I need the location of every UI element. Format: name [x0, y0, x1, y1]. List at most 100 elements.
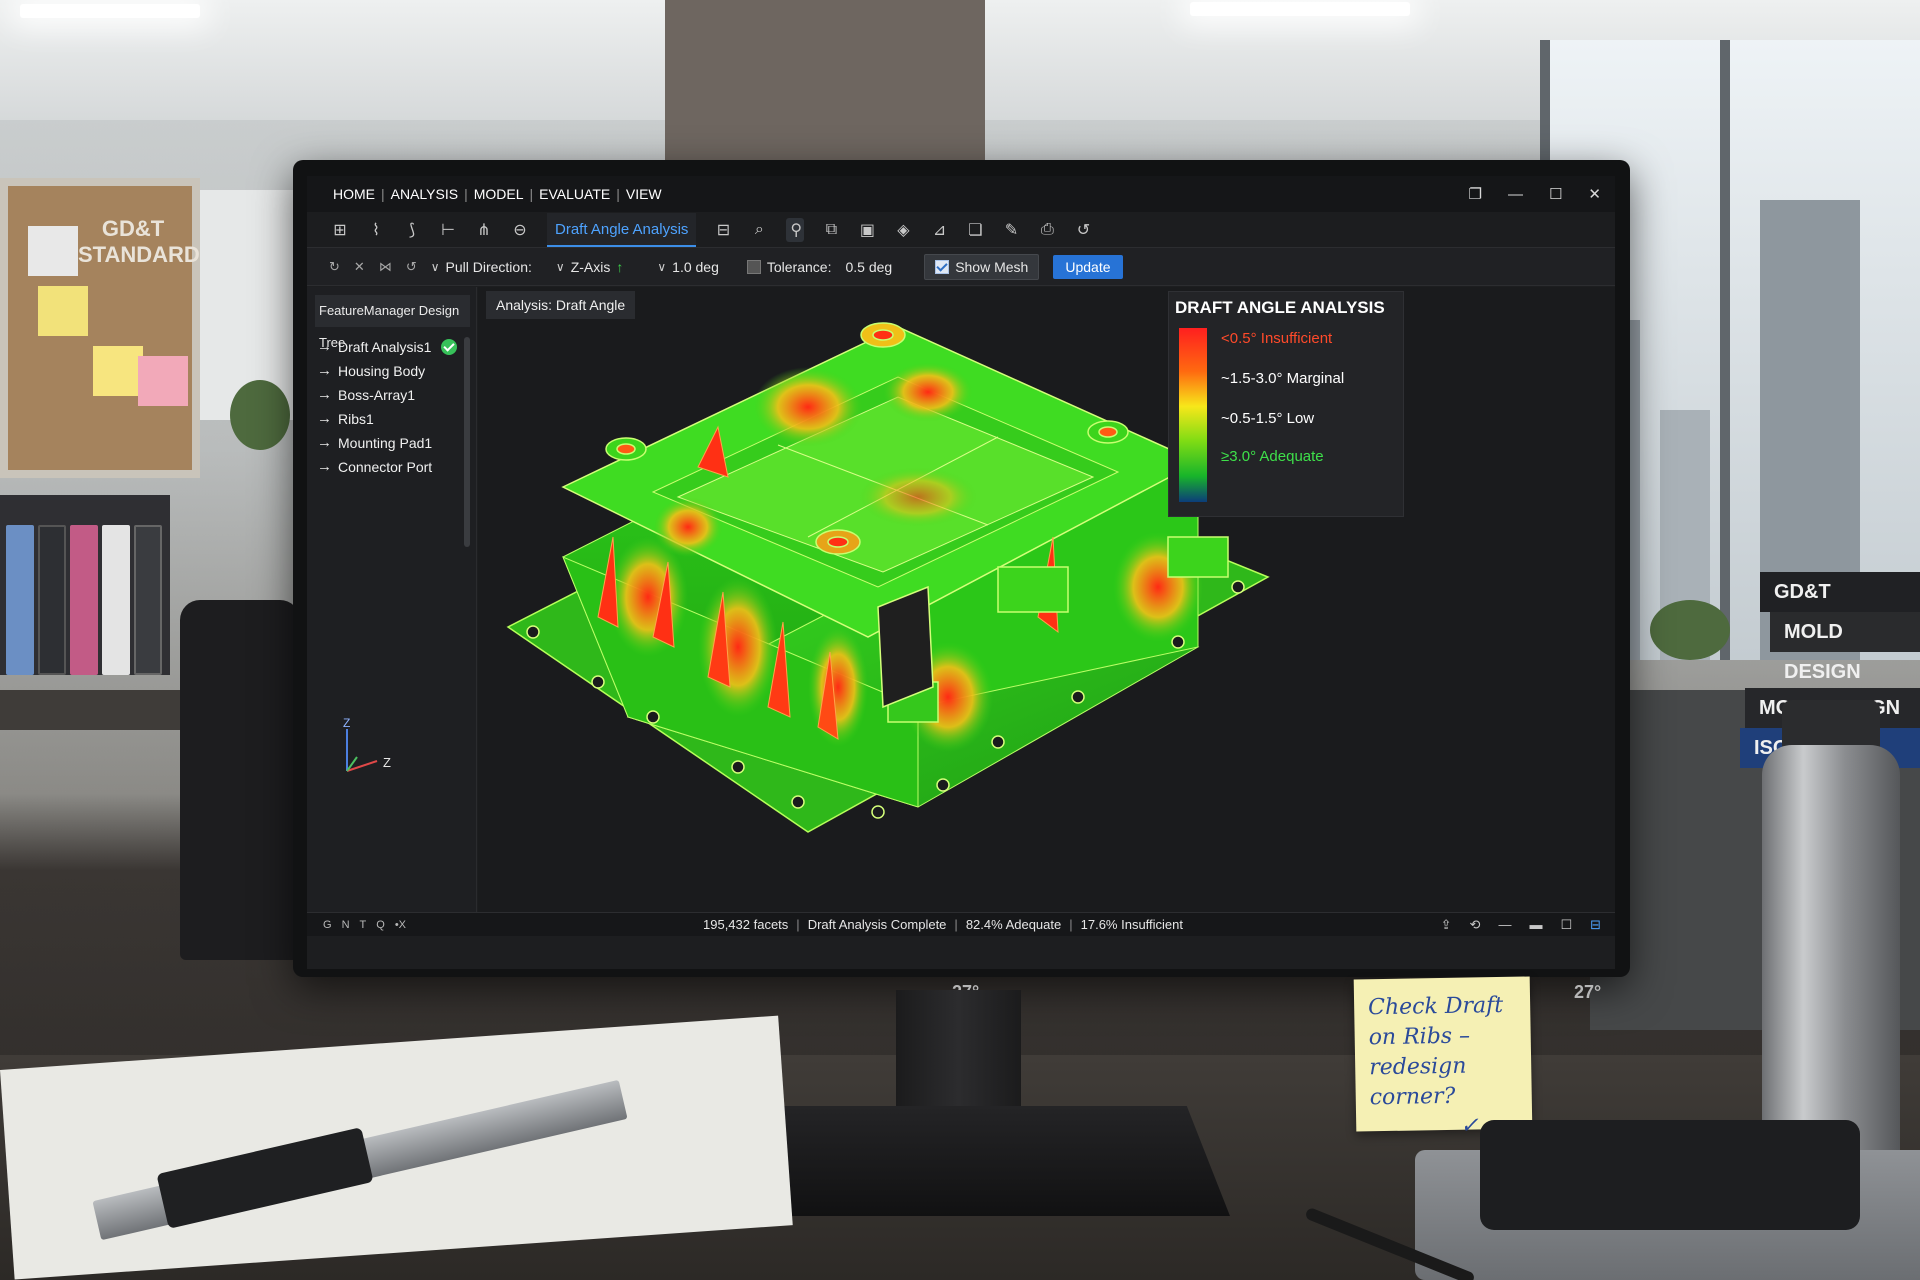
3d-viewport[interactable]: Analysis: Draft Angle DRAFT ANGLE ANALYS…	[478, 287, 1615, 912]
menu-model[interactable]: MODEL	[468, 186, 530, 202]
status-icon[interactable]: •X	[395, 919, 406, 931]
axis-dropdown[interactable]: ∨ Z-Axis ↑	[556, 259, 623, 275]
arrow-right-icon: →	[317, 386, 332, 403]
feature-tree: → Draft Analysis1 → Housing Body → Boss-…	[317, 335, 458, 479]
tolerance-label: Tolerance:	[766, 258, 832, 275]
tolerance-field[interactable]: Tolerance: 0.5 deg	[746, 258, 892, 275]
status-icon[interactable]: N	[342, 919, 350, 931]
adequate-percent: 82.4% Adequate	[965, 917, 1062, 932]
tree-item-connector-port[interactable]: → Connector Port	[317, 455, 457, 479]
zoom-search-icon[interactable]: ⚲	[786, 217, 805, 242]
check-circle-icon	[441, 339, 458, 355]
chevron-down-icon: ∨	[555, 259, 565, 274]
share-icon[interactable]: ⇪	[1441, 917, 1452, 933]
arrow-right-icon: →	[317, 338, 332, 355]
binder-shelf	[0, 495, 170, 675]
draft-angle-legend: DRAFT ANGLE ANALYSIS <0.5° Insufficient …	[1168, 291, 1404, 517]
show-mesh-checkbox[interactable]	[935, 259, 950, 274]
note-line: Check Draft	[1367, 992, 1504, 1021]
plane-icon[interactable]: ⊢	[439, 220, 457, 240]
panel-icon[interactable]: ▬	[1529, 917, 1542, 933]
copy-icon[interactable]: ❏	[966, 220, 984, 240]
water-bottle	[1762, 745, 1900, 1175]
axis-value: Z-Axis	[570, 258, 611, 275]
book-spine: GD&T STANDARDS	[1760, 572, 1920, 643]
ceiling-light	[1190, 2, 1410, 16]
monitor: HOME | ANALYSIS | MODEL | EVALUATE | VIE…	[293, 160, 1630, 977]
fullscreen-icon[interactable]: ☐	[1560, 917, 1572, 933]
reset-icon[interactable]: ↺	[406, 259, 417, 275]
appearance-icon[interactable]: ◈	[894, 220, 912, 240]
undo-icon[interactable]: ↺	[1074, 220, 1092, 240]
filter-icon[interactable]: ⋈	[379, 259, 392, 275]
panel-scrollbar[interactable]	[464, 337, 470, 547]
chevron-down-icon: ∨	[657, 259, 667, 274]
restore-down-icon[interactable]: ❐	[1469, 185, 1482, 203]
draft-tool-icon[interactable]: ⟆	[403, 220, 421, 240]
display-style-icon[interactable]: ▣	[858, 220, 876, 240]
plant	[1650, 600, 1730, 660]
print-icon[interactable]: ⎙	[1038, 221, 1056, 239]
minimize-panel-icon[interactable]: —	[1498, 917, 1511, 933]
arrow-right-icon: →	[317, 434, 332, 451]
tree-item-label: Housing Body	[338, 363, 426, 379]
legend-title: DRAFT ANGLE ANALYSIS	[1175, 298, 1385, 317]
legend-item-insufficient: <0.5° Insufficient	[1221, 330, 1333, 347]
angle-dropdown[interactable]: ∨ 1.0 deg	[657, 259, 719, 275]
tree-item-label: Connector Port	[338, 459, 433, 475]
maximize-icon[interactable]: ☐	[1549, 185, 1562, 203]
show-mesh-toggle[interactable]: Show Mesh	[924, 253, 1040, 280]
cad-application-window: HOME | ANALYSIS | MODEL | EVALUATE | VIE…	[307, 176, 1615, 969]
view-orient-icon[interactable]: ⧉	[822, 221, 840, 239]
pull-direction-label: Pull Direction:	[445, 258, 532, 275]
tree-item-mounting-pad[interactable]: → Mounting Pad1	[317, 431, 457, 455]
tree-item-housing-body[interactable]: → Housing Body	[317, 359, 457, 383]
measure-icon[interactable]: ⌕	[750, 221, 768, 239]
cancel-icon[interactable]: ✕	[354, 259, 365, 275]
sticky-note: Check Draft on Ribs – redesign corner? ✓	[1353, 976, 1533, 1139]
plant	[230, 380, 290, 450]
feature-tree-panel: FeatureManager Design Tree → Draft Analy…	[307, 287, 477, 912]
edit-icon[interactable]: ✎	[1002, 220, 1020, 240]
chevron-down-icon: ∨	[430, 259, 440, 274]
draft-analysis-model[interactable]	[478, 287, 1615, 912]
molded-part	[1480, 1120, 1860, 1230]
menu-analysis[interactable]: ANALYSIS	[385, 186, 464, 202]
note-line: on Ribs –	[1368, 1023, 1471, 1051]
legend-item-low: ~0.5-1.5° Low	[1221, 410, 1315, 427]
status-icon[interactable]: G	[323, 919, 332, 931]
status-icons: G N T Q •X	[323, 919, 406, 931]
refresh-icon[interactable]: ⟲	[1470, 917, 1481, 933]
tree-item-ribs[interactable]: → Ribs1	[317, 407, 457, 431]
split-icon[interactable]: ⋔	[475, 220, 493, 240]
update-button[interactable]: Update	[1053, 254, 1123, 279]
design-tree-icon[interactable]: ⊞	[331, 220, 349, 240]
menu-evaluate[interactable]: EVALUATE	[533, 186, 616, 202]
tree-item-label: Ribs1	[338, 411, 374, 427]
tab-draft-angle-analysis[interactable]: Draft Angle Analysis	[547, 212, 697, 247]
status-icon[interactable]: Q	[376, 919, 385, 931]
menu-home[interactable]: HOME	[327, 186, 381, 202]
arrow-up-icon: ↑	[616, 258, 624, 275]
layout-icon[interactable]: ⊟	[1590, 917, 1601, 933]
tree-item-draft-analysis[interactable]: → Draft Analysis1	[317, 335, 458, 359]
close-icon[interactable]: ✕	[1588, 185, 1601, 203]
tree-item-boss-array[interactable]: → Boss-Array1	[317, 383, 457, 407]
scene-icon[interactable]: ⊿	[930, 220, 948, 240]
status-icon[interactable]: T	[360, 919, 367, 931]
ribbon-toolbar: ⊞ ⌇ ⟆ ⊢ ⋔ ⊖ Draft Angle Analysis ⊟ ⌕ ⚲ ⧉…	[307, 212, 1615, 248]
rotate-icon[interactable]: ↻	[329, 259, 340, 275]
arrow-right-icon: →	[317, 410, 332, 427]
menu-bar: HOME | ANALYSIS | MODEL | EVALUATE | VIE…	[307, 176, 1615, 212]
board-text: GD&T STANDARDS	[78, 216, 215, 267]
direction-icon[interactable]: ⊖	[511, 220, 529, 240]
section-view-icon[interactable]: ⊟	[714, 220, 732, 240]
arrow-right-icon: →	[317, 458, 332, 475]
menu-view[interactable]: VIEW	[620, 186, 668, 202]
status-controls: ⇪ ⟲ — ▬ ☐ ⊟	[1441, 917, 1601, 933]
sketch-icon[interactable]: ⌇	[367, 220, 385, 240]
pull-direction-dropdown[interactable]: ∨ Pull Direction:	[431, 259, 532, 275]
minimize-icon[interactable]: —	[1508, 186, 1523, 203]
triad-axis-label: Z	[383, 755, 391, 770]
tolerance-checkbox[interactable]	[746, 259, 761, 274]
